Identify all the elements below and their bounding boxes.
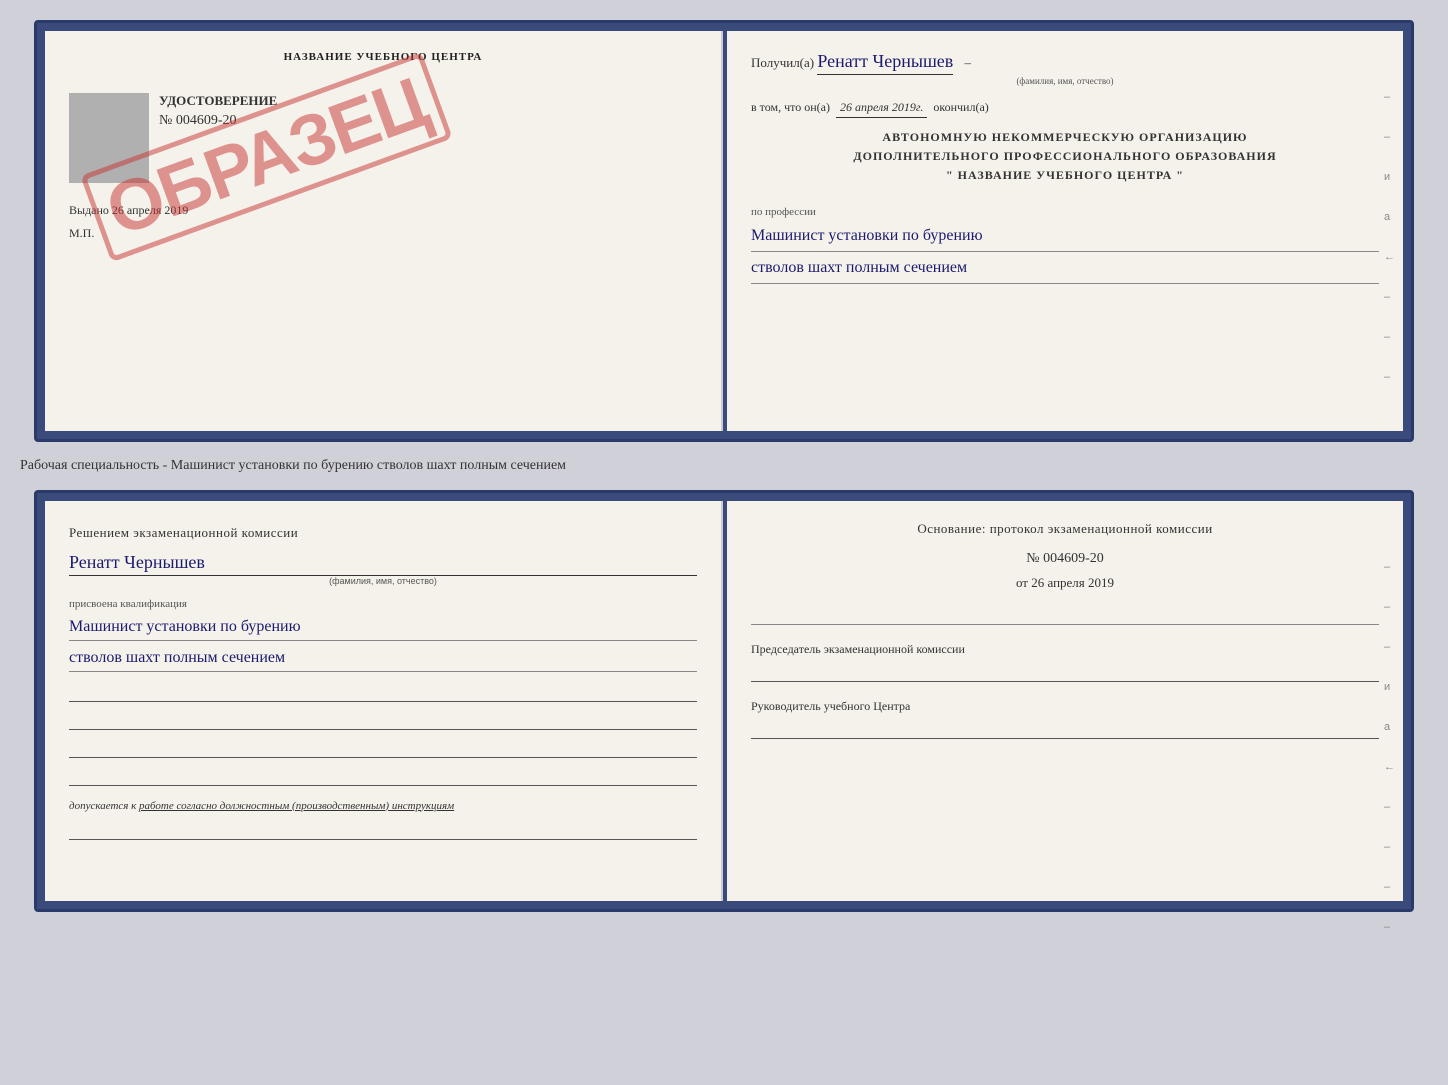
- org-line1: АВТОНОМНУЮ НЕКОММЕРЧЕСКУЮ ОРГАНИЗАЦИЮ: [751, 128, 1379, 147]
- final-line: [69, 822, 697, 840]
- recipient-name: Ренатт Чернышев: [817, 51, 953, 75]
- date-underline: [751, 611, 1379, 625]
- completed-date: 26 апреля 2019г.: [836, 100, 927, 118]
- profession-line1: Машинист установки по бурению: [751, 224, 1379, 252]
- admitted-prefix: допускается к: [69, 800, 136, 812]
- sig-line-4: [69, 768, 697, 786]
- person-name: Ренатт Чернышев: [69, 552, 697, 576]
- protocol-date: от 26 апреля 2019: [751, 575, 1379, 591]
- between-label: Рабочая специальность - Машинист установ…: [20, 454, 566, 478]
- b-margin-dash-3: –: [1384, 641, 1395, 653]
- admitted-detail: работе согласно должностным (производств…: [139, 800, 454, 812]
- udost-number: № 004609-20: [159, 113, 697, 129]
- b-margin-dash-1: –: [1384, 561, 1395, 573]
- osnov-label: Основание: протокол экзаменационной коми…: [751, 521, 1379, 537]
- director-label: Руководитель учебного Центра: [751, 698, 1379, 715]
- top-left-title: НАЗВАНИЕ УЧЕБНОГО ЦЕНТРА: [69, 51, 697, 63]
- director-sig-line: [751, 725, 1379, 739]
- b-margin-dash-5: –: [1384, 841, 1395, 853]
- udost-label: УДОСТОВЕРЕНИЕ: [159, 93, 697, 109]
- protocol-date-prefix: от: [1016, 575, 1028, 590]
- bottom-left-page: Решением экзаменационной комиссии Ренатт…: [45, 501, 723, 901]
- signature-lines: [69, 684, 697, 786]
- vydano-label: Выдано: [69, 203, 109, 217]
- dash1: –: [965, 55, 972, 70]
- vydano-date: 26 апреля 2019: [112, 203, 188, 217]
- margin-dash-5: –: [1384, 371, 1395, 383]
- margin-dash-3: –: [1384, 291, 1395, 303]
- top-document-pair: ОБРАЗЕЦ НАЗВАНИЕ УЧЕБНОГО ЦЕНТРА УДОСТОВ…: [34, 20, 1414, 442]
- profession-prefix: по профессии: [751, 206, 816, 218]
- b-margin-a: а: [1384, 721, 1395, 733]
- photo-placeholder: [69, 93, 149, 183]
- right-margin-marks: – – и а ← – – –: [1384, 91, 1395, 383]
- vydano-line: Выдано 26 апреля 2019: [69, 203, 697, 218]
- name-sublabel: (фамилия, имя, отчество): [751, 76, 1379, 86]
- org-line3: " НАЗВАНИЕ УЧЕБНОГО ЦЕНТРА ": [751, 166, 1379, 185]
- mp-line: М.П.: [69, 226, 697, 241]
- margin-dash-4: –: [1384, 331, 1395, 343]
- assigned-label: присвоена квалификация: [69, 598, 697, 610]
- b-margin-arrow: ←: [1384, 761, 1395, 773]
- b-margin-dash-2: –: [1384, 601, 1395, 613]
- admitted-text: допускается к работе согласно должностны…: [69, 800, 697, 812]
- b-margin-i: и: [1384, 681, 1395, 693]
- chairman-label: Председатель экзаменационной комиссии: [751, 641, 1379, 658]
- bottom-right-margin-marks: – – – и а ← – – – –: [1384, 561, 1395, 933]
- sig-line-2: [69, 712, 697, 730]
- margin-arrow: ←: [1384, 251, 1395, 263]
- profession-line2: стволов шахт полным сечением: [751, 256, 1379, 284]
- org-line2: ДОПОЛНИТЕЛЬНОГО ПРОФЕССИОНАЛЬНОГО ОБРАЗО…: [751, 147, 1379, 166]
- top-right-page: Получил(а) Ренатт Чернышев – (фамилия, и…: [727, 31, 1403, 431]
- org-block: АВТОНОМНУЮ НЕКОММЕРЧЕСКУЮ ОРГАНИЗАЦИЮ ДО…: [751, 128, 1379, 186]
- udostoverenie-block: УДОСТОВЕРЕНИЕ № 004609-20: [69, 93, 697, 183]
- bottom-right-page: Основание: протокол экзаменационной коми…: [727, 501, 1403, 901]
- bottom-document-pair: Решением экзаменационной комиссии Ренатт…: [34, 490, 1414, 912]
- profession-block: по профессии Машинист установки по бурен…: [751, 202, 1379, 284]
- in-that-line: в том, что он(а) 26 апреля 2019г. окончи…: [751, 100, 1379, 118]
- udost-text: УДОСТОВЕРЕНИЕ № 004609-20: [159, 93, 697, 129]
- chairman-sig-line: [751, 668, 1379, 682]
- top-left-page: ОБРАЗЕЦ НАЗВАНИЕ УЧЕБНОГО ЦЕНТРА УДОСТОВ…: [45, 31, 723, 431]
- margin-dash-1: –: [1384, 91, 1395, 103]
- qualification-line1: Машинист установки по бурению: [69, 614, 697, 641]
- b-margin-dash-4: –: [1384, 801, 1395, 813]
- margin-dash-2: –: [1384, 131, 1395, 143]
- received-line: Получил(а) Ренатт Чернышев – (фамилия, и…: [751, 51, 1379, 86]
- margin-a: а: [1384, 211, 1395, 223]
- person-block: Ренатт Чернышев (фамилия, имя, отчество): [69, 552, 697, 586]
- person-name-sublabel: (фамилия, имя, отчество): [69, 576, 697, 586]
- b-margin-dash-7: –: [1384, 921, 1395, 933]
- sig-line-1: [69, 684, 697, 702]
- protocol-date-value: 26 апреля 2019: [1031, 575, 1114, 590]
- qualification-line2: стволов шахт полным сечением: [69, 645, 697, 672]
- sig-line-3: [69, 740, 697, 758]
- protocol-number: № 004609-20: [751, 551, 1379, 567]
- completed-suffix: окончил(а): [933, 100, 988, 115]
- margin-i: и: [1384, 171, 1395, 183]
- in-that-prefix: в том, что он(а): [751, 100, 830, 115]
- decision-text: Решением экзаменационной комиссии: [69, 521, 697, 544]
- b-margin-dash-6: –: [1384, 881, 1395, 893]
- received-prefix: Получил(а): [751, 55, 814, 70]
